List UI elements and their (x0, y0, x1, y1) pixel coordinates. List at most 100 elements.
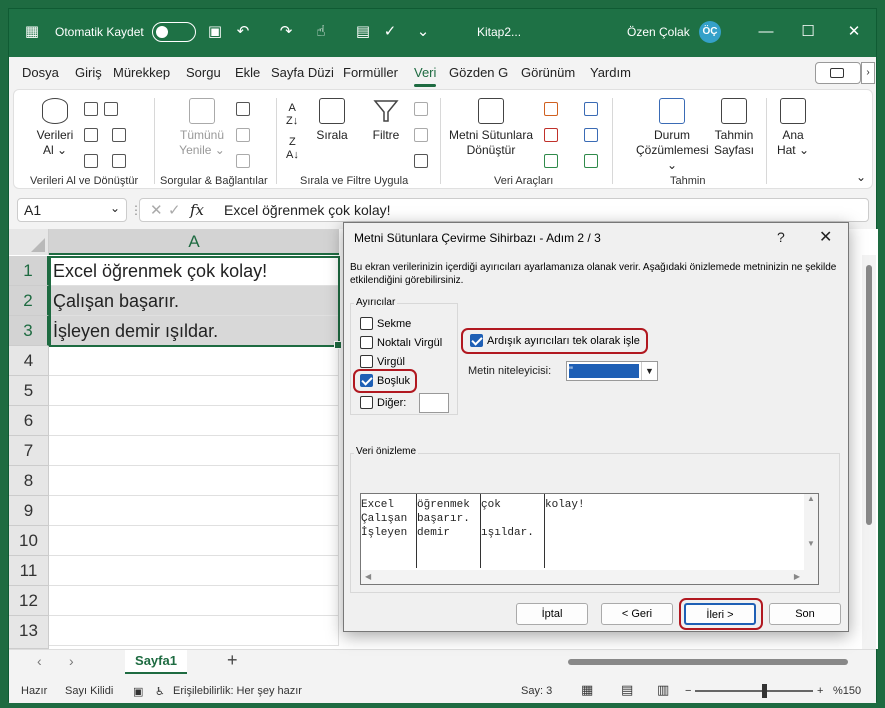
from-web-icon[interactable] (84, 128, 98, 142)
row-header[interactable]: 6 (9, 406, 49, 436)
sort-az-button[interactable]: A Z↓ (286, 102, 298, 128)
sort-button[interactable]: Sırala (312, 98, 352, 143)
zoom-in-icon[interactable]: + (817, 685, 823, 697)
formula-input[interactable]: ✕ ✓ fx Excel öğrenmek çok kolay! (139, 198, 869, 222)
remove-duplicates-icon[interactable] (544, 128, 558, 142)
undo-icon[interactable]: ↶ (234, 23, 252, 41)
close-icon[interactable]: ✕ (845, 23, 863, 41)
vertical-scrollbar[interactable] (862, 255, 876, 649)
cell[interactable] (49, 436, 339, 466)
forecast-sheet-button[interactable]: Tahmin Sayfası (710, 98, 758, 158)
relationships-icon[interactable] (584, 102, 598, 116)
cell[interactable] (49, 616, 339, 646)
page-break-icon[interactable]: ▥ (657, 682, 669, 698)
flash-fill-icon[interactable] (544, 102, 558, 116)
help-icon[interactable]: ? (777, 229, 785, 245)
checkbox[interactable] (360, 396, 373, 409)
chevron-down-icon[interactable]: ▼ (641, 362, 657, 380)
row-header[interactable]: 11 (9, 556, 49, 586)
tab-veri[interactable]: Veri (414, 65, 437, 87)
comments-button[interactable] (815, 62, 861, 84)
reapply-icon[interactable] (414, 128, 428, 142)
data-validation-icon[interactable] (544, 154, 558, 168)
sheet-next-icon[interactable]: › (69, 653, 74, 669)
cell[interactable] (49, 496, 339, 526)
doc-title[interactable]: Kitap2... (477, 25, 521, 39)
maximize-icon[interactable]: ☐ (799, 23, 817, 41)
preview-vertical-scrollbar[interactable]: ▲ ▼ (804, 494, 818, 572)
tab-ekle[interactable]: Ekle (235, 65, 260, 80)
row-header[interactable]: 10 (9, 526, 49, 556)
select-all-button[interactable] (9, 229, 49, 255)
preview-column[interactable]: kolay! (545, 494, 605, 568)
from-table-icon[interactable] (104, 102, 118, 116)
row-header[interactable]: 9 (9, 496, 49, 526)
properties-icon[interactable] (236, 128, 250, 142)
sheet-tab-sayfa1[interactable]: Sayfa1 (125, 650, 187, 674)
scroll-thumb[interactable] (568, 659, 848, 665)
row-header[interactable]: 4 (9, 346, 49, 376)
preview-column[interactable]: çok ışıldar. (481, 494, 545, 568)
cell[interactable] (49, 406, 339, 436)
consolidate-icon[interactable] (584, 128, 598, 142)
tab-gozden-gecir[interactable]: Gözden G (449, 65, 508, 80)
save-icon[interactable]: ▣ (206, 23, 224, 41)
page-layout-icon[interactable]: ▤ (621, 682, 633, 698)
finish-button[interactable]: Son (769, 603, 841, 625)
row-header[interactable]: 3 (9, 316, 49, 346)
tab-formuller[interactable]: Formüller (343, 65, 398, 80)
zoom-slider[interactable] (695, 690, 813, 692)
what-if-button[interactable]: Durum Çözümlemesi ⌄ (636, 98, 709, 173)
row-header[interactable]: 13 (9, 616, 49, 649)
preview-horizontal-scrollbar[interactable]: ◀ ▶ (361, 570, 818, 584)
tab-gorunum[interactable]: Görünüm (521, 65, 575, 80)
cell[interactable] (49, 376, 339, 406)
check-icon[interactable]: ✓ (381, 23, 399, 41)
row-header[interactable]: 7 (9, 436, 49, 466)
from-text-icon[interactable] (84, 102, 98, 116)
cancel-formula-icon[interactable]: ✕ (150, 201, 163, 219)
preview-column[interactable]: Excel Çalışan İşleyen (361, 494, 417, 568)
redo-icon[interactable]: ↷ (277, 23, 295, 41)
data-model-icon[interactable] (584, 154, 598, 168)
column-header-a[interactable]: A (49, 229, 339, 255)
chevron-down-icon[interactable]: ⌄ (110, 201, 120, 215)
row-header[interactable]: 8 (9, 466, 49, 496)
tab-sayfa-duzeni[interactable]: Sayfa Düzi (271, 65, 334, 80)
normal-view-icon[interactable]: ▦ (581, 682, 593, 698)
cell[interactable] (49, 586, 339, 616)
touch-mode-icon[interactable]: ☝ (312, 23, 330, 41)
tab-giris[interactable]: Giriş (75, 65, 102, 80)
ribbon-more-button[interactable]: › (861, 62, 875, 84)
close-icon[interactable]: ✕ (819, 227, 832, 247)
enter-formula-icon[interactable]: ✓ (168, 201, 181, 219)
cell[interactable] (49, 526, 339, 556)
recent-sources-icon[interactable] (112, 128, 126, 142)
insert-function-icon[interactable]: fx (190, 201, 204, 219)
clear-filter-icon[interactable] (414, 102, 428, 116)
checkbox[interactable] (360, 317, 373, 330)
refresh-all-button[interactable]: Tümünü Yenile ⌄ (172, 98, 232, 158)
minimize-icon[interactable]: — (757, 23, 775, 41)
existing-connections-icon[interactable] (112, 154, 126, 168)
autosave-toggle[interactable] (152, 22, 196, 42)
queries-connections-icon[interactable] (236, 102, 250, 116)
scroll-thumb[interactable] (866, 265, 872, 525)
tab-dosya[interactable]: Dosya (22, 65, 59, 80)
qat-dropdown-icon[interactable]: ⌄ (414, 23, 432, 41)
checkbox[interactable] (360, 355, 373, 368)
paste-icon[interactable]: ▤ (354, 23, 372, 41)
sort-za-button[interactable]: Z A↓ (286, 136, 299, 162)
other-delimiter-input[interactable] (419, 393, 449, 413)
status-accessibility[interactable]: Erişilebilirlik: Her şey hazır (173, 685, 302, 697)
data-preview[interactable]: Excel Çalışan İşleyen öğrenmek başarır. … (360, 493, 819, 585)
cell[interactable] (49, 556, 339, 586)
text-to-columns-button[interactable]: Metni Sütunlara Dönüştür (446, 98, 536, 158)
preview-column[interactable]: öğrenmek başarır. demir (417, 494, 481, 568)
checkbox[interactable] (360, 336, 373, 349)
ribbon-collapse-icon[interactable]: ⌄ (856, 170, 866, 185)
outline-button[interactable]: Ana Hat ⌄ (774, 98, 812, 158)
name-box[interactable]: A1 ⌄ (17, 198, 127, 222)
row-header[interactable]: 12 (9, 586, 49, 616)
tab-murekkep[interactable]: Mürekkep (113, 65, 170, 80)
